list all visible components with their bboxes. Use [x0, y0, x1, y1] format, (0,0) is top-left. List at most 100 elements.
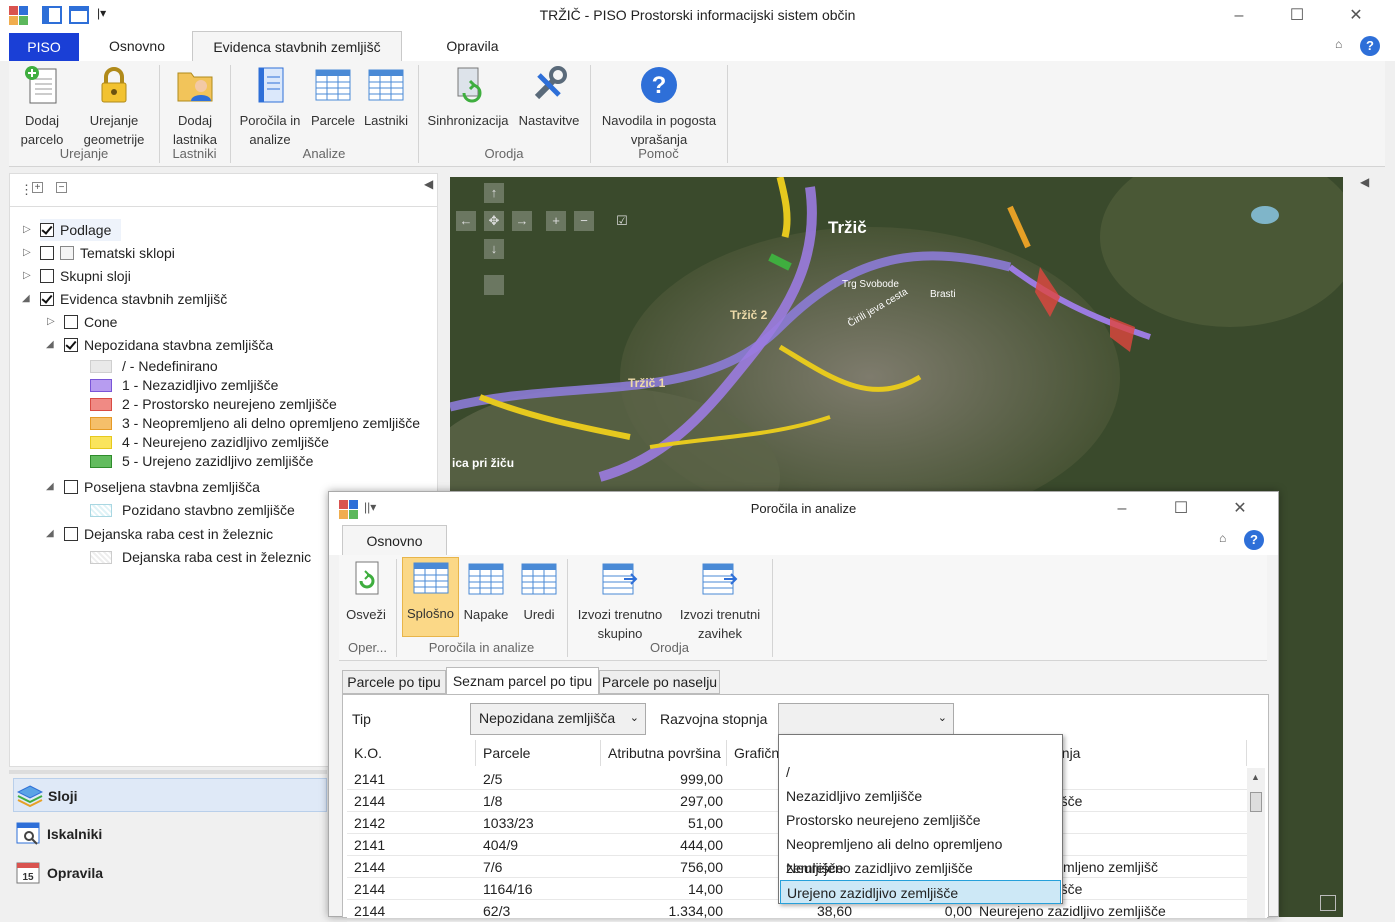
dropdown-option[interactable]: Urejeno zazidljivo zemljišče	[780, 880, 1061, 904]
pan-down-icon[interactable]: ↓	[484, 239, 504, 259]
col-razvojna[interactable]: onja	[1047, 740, 1247, 766]
layer-poseljena[interactable]: Poseljena stavbna zemljišča	[64, 476, 260, 498]
nav-sloji[interactable]: Sloji	[13, 778, 327, 812]
dropdown-option[interactable]: Nezazidljivo zemljišče	[780, 784, 1061, 808]
checkbox[interactable]	[64, 527, 78, 541]
collapse-right-panel-icon[interactable]: ◀	[1360, 175, 1369, 189]
expand-arrow-icon[interactable]: ▷	[23, 270, 31, 281]
pan-left-icon[interactable]: ←	[456, 211, 476, 231]
expand-arrow-icon[interactable]: ▷	[23, 247, 31, 258]
col-ko[interactable]: K.O.	[347, 740, 476, 766]
collapse-arrow-icon[interactable]: ◢	[46, 339, 54, 350]
export-tab-button[interactable]: Izvozi trenutni zavihek	[672, 559, 768, 643]
pan-right-icon[interactable]: →	[512, 211, 532, 231]
resize-grip-icon[interactable]	[1320, 895, 1336, 911]
tip-select[interactable]: Nepozidana zemljišča ⌄	[470, 703, 646, 735]
collapse-panel-icon[interactable]: ◀	[424, 177, 433, 191]
layer-nepozidana[interactable]: Nepozidana stavbna zemljišča	[64, 334, 273, 356]
dialog-collapse-ribbon-icon[interactable]: ⌂	[1219, 531, 1226, 545]
tab-piso[interactable]: PISO	[9, 33, 79, 61]
legend-label: Pozidano stavbno zemljišče	[122, 502, 295, 518]
tab-osnovno[interactable]: Osnovno	[92, 31, 182, 61]
errors-button[interactable]: Napake	[461, 559, 511, 624]
dialog-maximize-button[interactable]: ☐	[1166, 497, 1196, 521]
layer-cone[interactable]: Cone	[64, 311, 117, 333]
collapse-arrow-icon[interactable]: ◢	[46, 528, 54, 539]
zoom-in-icon[interactable]: +	[546, 211, 566, 231]
nav-opravila[interactable]: 15 Opravila	[13, 856, 327, 890]
collapse-arrow-icon[interactable]: ◢	[46, 481, 54, 492]
collapse-all-icon[interactable]: −	[56, 182, 67, 193]
dialog-help-icon[interactable]: ?	[1244, 530, 1264, 550]
maximize-button[interactable]: ☐	[1282, 4, 1312, 28]
razvoj-select[interactable]: ⌄	[778, 703, 954, 735]
layer-skupni-sloji[interactable]: Skupni sloji	[40, 265, 131, 287]
map-label-trg: Trg Svobode	[842, 279, 899, 290]
dialog-tab-osnovno[interactable]: Osnovno	[342, 525, 447, 555]
dropdown-option[interactable]: /	[780, 760, 1061, 784]
checkbox[interactable]	[64, 480, 78, 494]
dropdown-option[interactable]: Prostorsko neurejeno zemljišče	[780, 808, 1061, 832]
subtab-seznam-parcel[interactable]: Seznam parcel po tipu	[446, 667, 599, 695]
dialog-minimize-button[interactable]: –	[1107, 497, 1137, 521]
layer-dejanska-raba[interactable]: Dejanska raba cest in železnic	[64, 523, 273, 545]
scroll-thumb[interactable]	[1250, 792, 1262, 812]
help-icon[interactable]: ?	[1360, 36, 1380, 56]
edit-label: Uredi	[523, 607, 555, 622]
collapse-ribbon-icon[interactable]: ⌂	[1335, 37, 1342, 51]
nav-iskalniki[interactable]: Iskalniki	[13, 817, 327, 851]
add-parcel-button[interactable]: Dodaj parcelo	[13, 65, 71, 149]
reports-button[interactable]: Poročila in analize	[237, 65, 303, 149]
checkbox[interactable]	[40, 292, 54, 306]
legend-swatch	[90, 360, 112, 373]
ribbon: Dodaj parcelo Urejanje geometrije Dodaj …	[9, 61, 1385, 167]
help-faq-button[interactable]: ? Navodila in pogosta vprašanja	[597, 65, 721, 149]
col-parcele[interactable]: Parcele	[476, 740, 601, 766]
edit-geometry-button[interactable]: Urejanje geometrije	[77, 65, 151, 149]
minimize-button[interactable]: –	[1224, 4, 1254, 28]
pan-up-icon[interactable]: ↑	[484, 183, 504, 203]
tab-opravila[interactable]: Opravila	[430, 31, 515, 61]
dialog-close-button[interactable]: ✕	[1225, 497, 1255, 521]
legend-item: 5 - Urejeno zazidljivo zemljišče	[90, 452, 313, 471]
owners-button[interactable]: Lastniki	[361, 65, 411, 130]
splitter[interactable]	[9, 770, 327, 774]
subtab-parcele-po-tipu[interactable]: Parcele po tipu	[342, 670, 446, 694]
expand-arrow-icon[interactable]: ▷	[23, 224, 31, 235]
group-label-oper: Oper...	[347, 640, 388, 655]
checkbox[interactable]	[40, 223, 54, 237]
measure-tool-icon[interactable]	[484, 275, 504, 295]
checkbox[interactable]	[40, 269, 54, 283]
dropdown-option[interactable]: Neopremljeno ali delno opremljeno zemlji…	[780, 832, 1061, 876]
subtab-parcele-po-naselju[interactable]: Parcele po naselju	[599, 670, 720, 694]
pan-center-icon[interactable]: ✥	[484, 211, 504, 231]
export-group-button[interactable]: Izvozi trenutno skupino	[572, 559, 668, 643]
general-button[interactable]: Splošno	[402, 557, 459, 637]
partial-checkbox[interactable]	[60, 246, 74, 260]
edit-button[interactable]: Uredi	[514, 559, 564, 624]
checkbox[interactable]	[40, 246, 54, 260]
zoom-out-icon[interactable]: −	[574, 211, 594, 231]
dropdown-option[interactable]	[780, 736, 1061, 760]
settings-button[interactable]: Nastavitve	[514, 65, 584, 130]
checkbox[interactable]	[64, 338, 78, 352]
parcels-button[interactable]: Parcele	[309, 65, 357, 130]
export-tab-label: Izvozi trenutni zavihek	[679, 607, 761, 641]
layer-evidenca[interactable]: Evidenca stavbnih zemljišč	[40, 288, 227, 310]
table-scrollbar[interactable]: ▲	[1247, 768, 1265, 918]
add-owner-button[interactable]: Dodaj lastnika	[167, 65, 223, 149]
checkbox[interactable]	[64, 315, 78, 329]
refresh-button[interactable]: Osveži	[341, 559, 391, 624]
expand-arrow-icon[interactable]: ▷	[47, 316, 55, 327]
scroll-up-icon[interactable]: ▲	[1251, 772, 1260, 782]
layer-tematski-sklopi[interactable]: Tematski sklopi	[40, 242, 175, 264]
collapse-arrow-icon[interactable]: ◢	[22, 293, 30, 304]
layer-podlage[interactable]: Podlage	[40, 219, 122, 241]
close-button[interactable]: ✕	[1341, 4, 1371, 28]
tab-evidenca[interactable]: Evidenca stavbnih zemljišč	[192, 31, 402, 61]
dropdown-option[interactable]: Neurejeno zazidljivo zemljišče	[780, 856, 1061, 880]
col-atributna[interactable]: Atributna površina	[601, 740, 727, 766]
expand-all-icon[interactable]: +	[32, 182, 43, 193]
select-tool-icon[interactable]: ☑	[612, 211, 632, 231]
sync-button[interactable]: Sinhronizacija	[423, 65, 513, 130]
